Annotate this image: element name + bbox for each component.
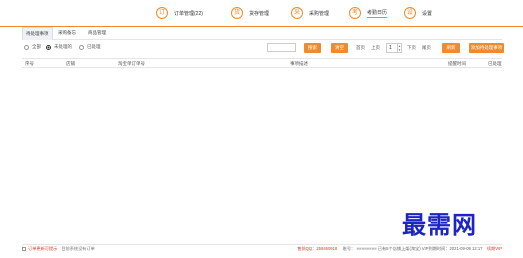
filter-toolbar: 全部 未处理的 已处理 搜索 清空 首页 上页 1 ▲ ▼ 下页 尾页 刷新 添加…: [22, 41, 504, 55]
nav-item-settings[interactable]: 设 设置: [404, 6, 432, 20]
column-header-shop[interactable]: 店铺: [66, 61, 75, 67]
page-spinner[interactable]: ▲ ▼: [397, 43, 402, 53]
prev-page-link[interactable]: 上页: [371, 45, 380, 51]
inventory-icon: 货: [231, 7, 243, 19]
tab-purchase-memo[interactable]: 采购备忘: [55, 27, 79, 40]
renew-vip-link[interactable]: 续期VIP: [487, 246, 502, 251]
column-header-index[interactable]: 序号: [25, 61, 34, 67]
first-page-link[interactable]: 首页: [356, 45, 365, 51]
nav-item-orders[interactable]: 订 订单管理(22): [156, 6, 203, 20]
watermark-logo: 最需网: [402, 210, 477, 239]
nav-label: 货存管理: [249, 10, 270, 17]
nav-item-attendance[interactable]: 考 考勤日历: [349, 6, 388, 20]
column-header-processed[interactable]: 已处理: [488, 61, 502, 67]
nav-label: 设置: [422, 10, 433, 17]
add-pending-item-button[interactable]: 添加待处理事项: [469, 43, 504, 53]
nav-item-inventory[interactable]: 货 货存管理: [231, 6, 269, 20]
radio-label: 已处理: [87, 44, 101, 49]
account-info: 已有5个店铺上架(淘宝) VIP到期时间：2021-09-09 12:17: [377, 246, 483, 251]
orders-icon: 订: [156, 7, 168, 19]
radio-circle-icon: [24, 44, 29, 50]
status-right: 售前QQ：259460918 账号： ■■■■■■■■ 已有5个店铺上架(淘宝)…: [297, 246, 502, 252]
radio-circle-icon: [79, 44, 84, 50]
radio-label: 全部: [32, 44, 41, 49]
refresh-button[interactable]: 刷新: [442, 43, 460, 53]
search-input[interactable]: [267, 43, 296, 52]
tab-pending-items[interactable]: 待处理事项: [22, 27, 53, 40]
column-header-description[interactable]: 事项描述: [290, 61, 308, 67]
nav-label: 订单管理(22): [174, 10, 203, 17]
nav-label: 考勤日历: [367, 9, 388, 18]
order-alert-label: 订单更新可提示: [28, 246, 58, 251]
next-page-link[interactable]: 下页: [407, 45, 416, 51]
radio-label: 未处理的: [54, 44, 72, 49]
order-status-text: 目前系统没有订单: [61, 246, 95, 251]
tab-product-management[interactable]: 商品管理: [85, 27, 109, 40]
top-navigation: 订 订单管理(22) 货 货存管理 采 采购管理 考 考勤日历 设 设置: [0, 0, 523, 27]
last-page-link[interactable]: 尾页: [422, 45, 431, 51]
app-window: 订 订单管理(22) 货 货存管理 采 采购管理 考 考勤日历 设 设置 待处理…: [0, 0, 523, 258]
column-header-order-number[interactable]: 淘宝单订单号: [118, 61, 145, 67]
purchasing-icon: 采: [291, 7, 303, 19]
status-left: 订单更新可提示 目前系统没有订单: [22, 246, 95, 252]
radio-all[interactable]: 全部: [24, 44, 41, 50]
radio-processed[interactable]: 已处理: [79, 44, 101, 50]
status-bar: 订单更新可提示 目前系统没有订单 售前QQ：259460918 账号： ■■■■…: [22, 244, 502, 254]
radio-circle-icon: [46, 44, 51, 50]
support-qq[interactable]: 售前QQ：259460918: [297, 246, 337, 251]
table-header: 序号 店铺 淘宝单订单号 事项描述 提醒时间 已处理: [22, 58, 502, 68]
nav-label: 采购管理: [309, 10, 330, 17]
column-header-remind-time[interactable]: 提醒时间: [448, 61, 466, 67]
attendance-icon: 考: [349, 7, 361, 19]
clear-button[interactable]: 清空: [331, 43, 348, 53]
account-label: 账号：: [342, 246, 356, 251]
nav-item-purchasing[interactable]: 采 采购管理: [291, 6, 329, 20]
account-masked: ■■■■■■■■: [356, 246, 377, 251]
sub-tabs: 待处理事项 采购备忘 商品管理: [22, 27, 502, 40]
order-alert-checkbox[interactable]: [22, 247, 26, 251]
settings-icon: 设: [404, 7, 416, 19]
radio-unprocessed[interactable]: 未处理的: [46, 44, 72, 50]
search-button[interactable]: 搜索: [304, 43, 321, 53]
